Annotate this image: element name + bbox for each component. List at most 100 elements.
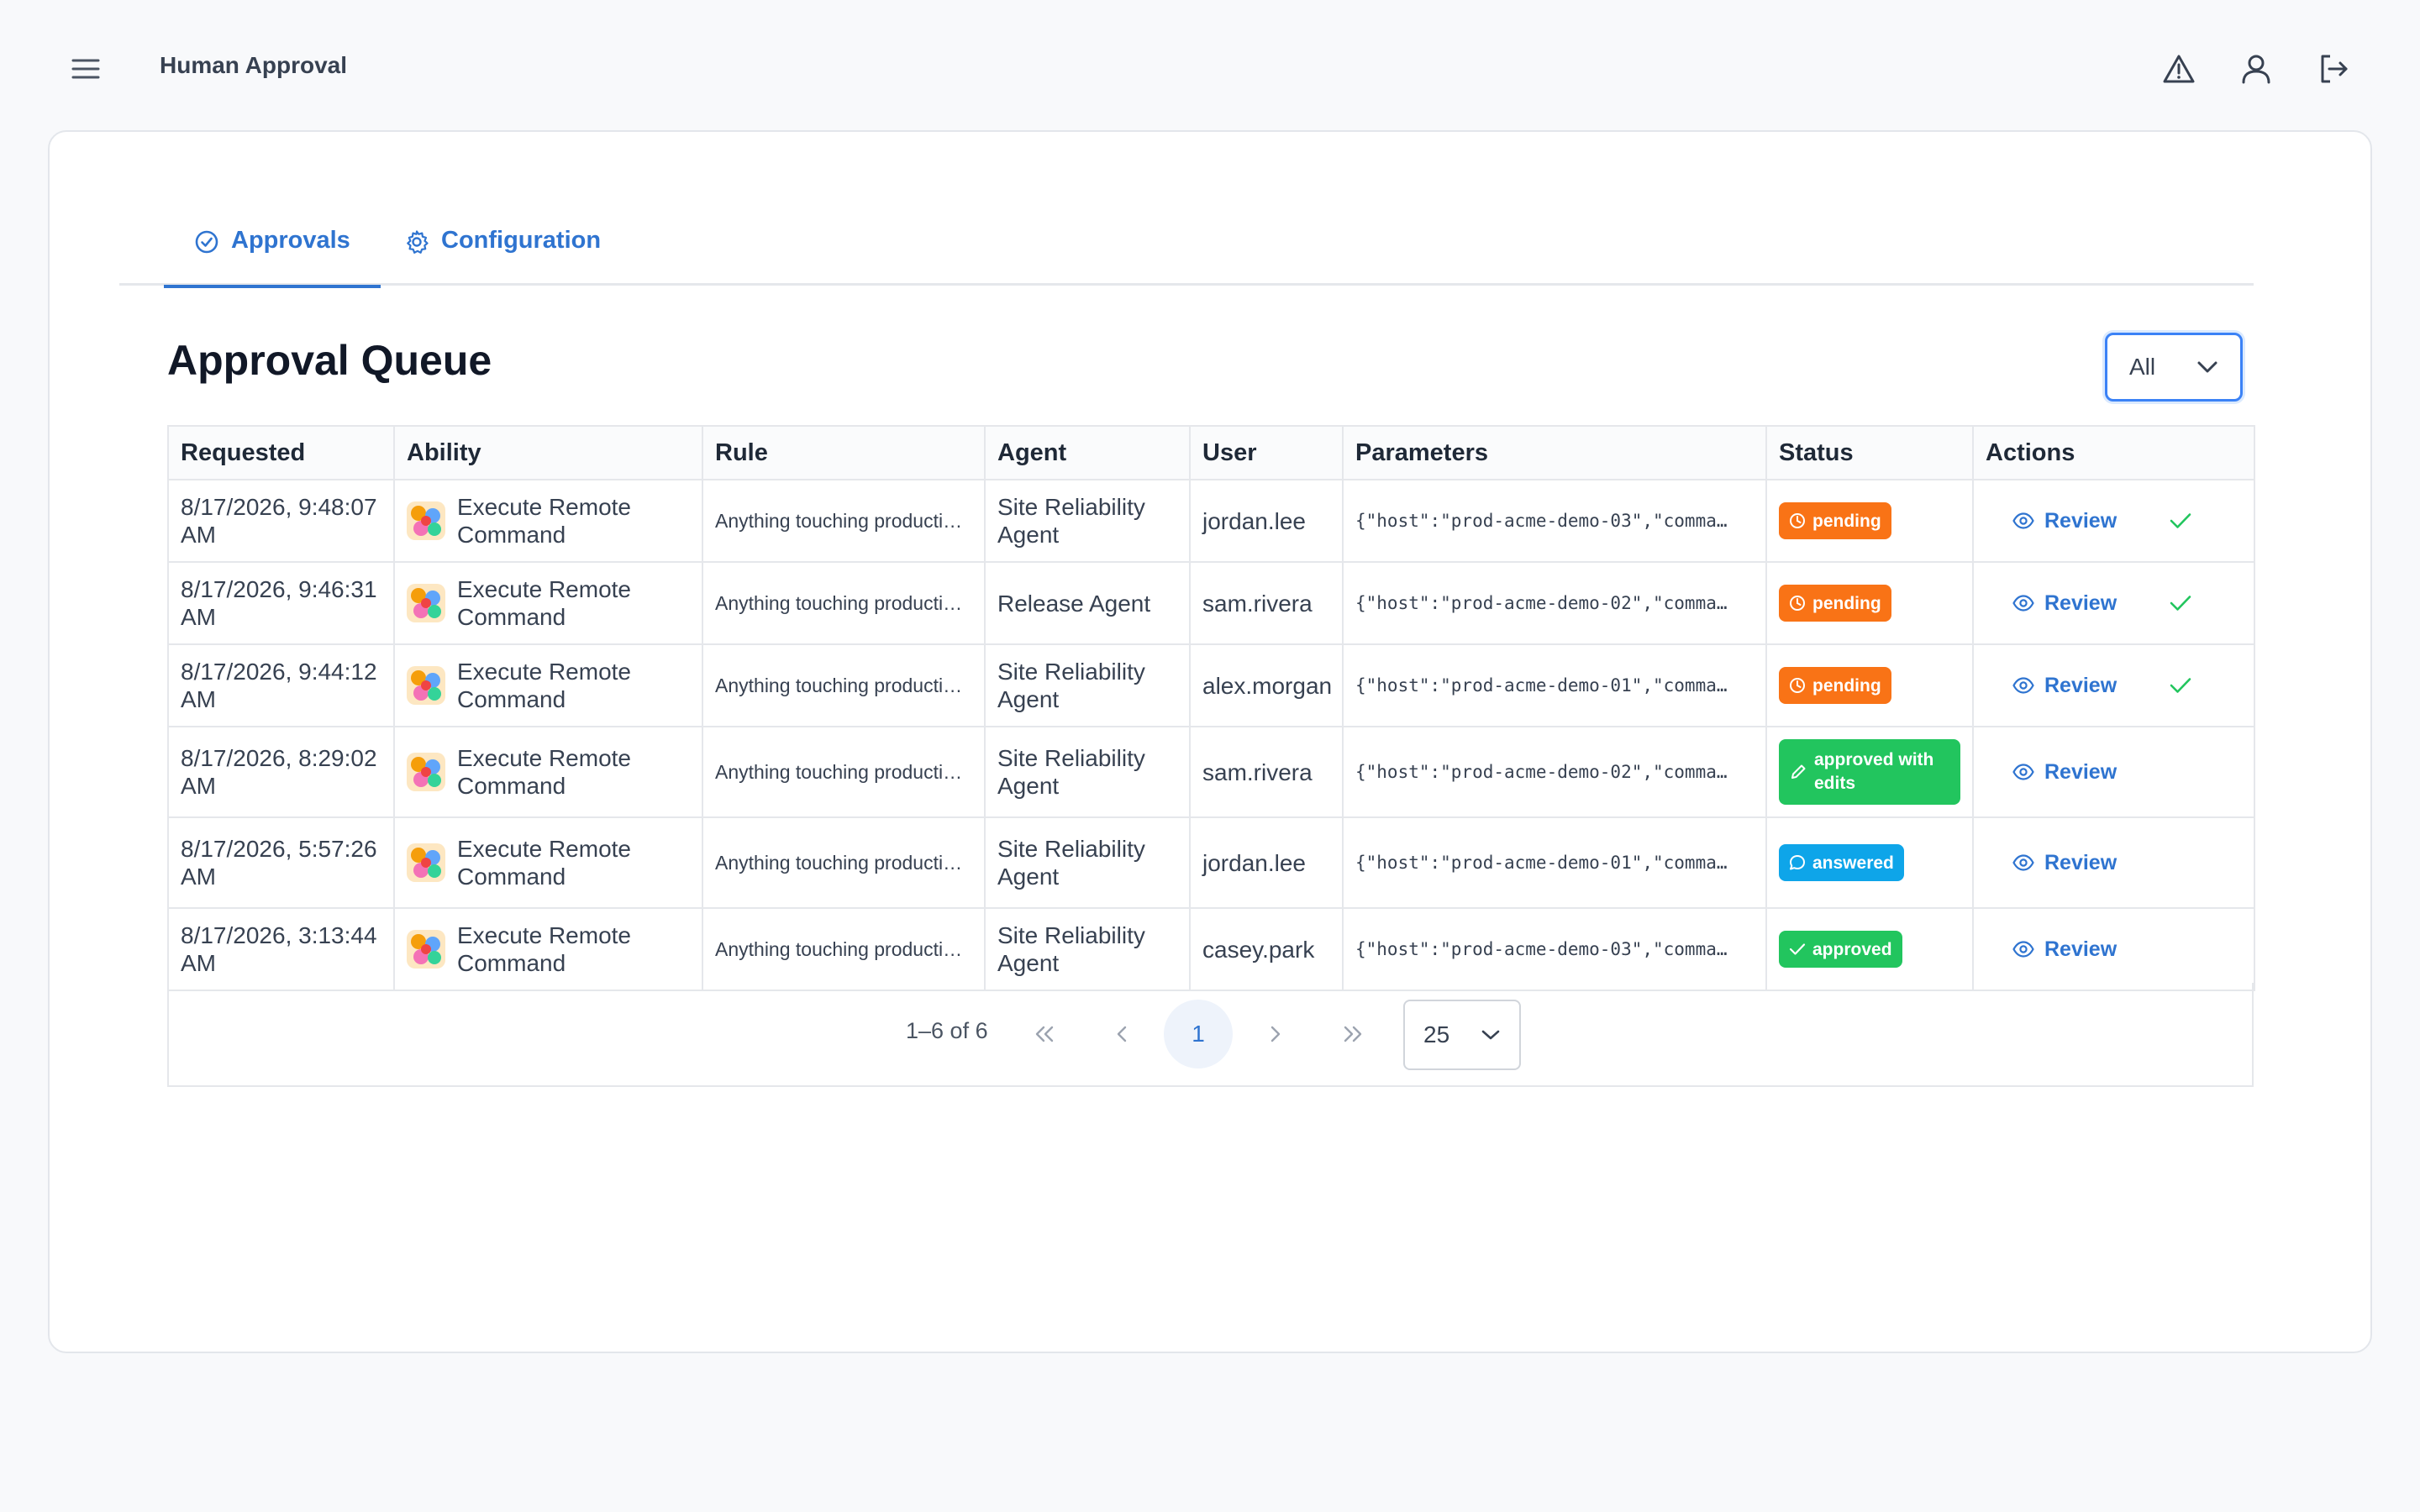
menu-icon	[71, 59, 100, 79]
column-header-actions: Actions	[1972, 425, 2255, 480]
first-page-button[interactable]	[1010, 1000, 1079, 1068]
alerts-button[interactable]	[2159, 49, 2199, 89]
ability-icon	[407, 584, 445, 622]
review-button[interactable]: Review	[2012, 672, 2117, 700]
status-badge: pending	[1779, 502, 1891, 539]
tab-configuration[interactable]: Configuration	[404, 227, 601, 283]
next-page-button[interactable]	[1241, 1000, 1310, 1068]
approve-button[interactable]	[2169, 676, 2192, 695]
status-cell: pending	[1765, 561, 1974, 645]
parameters-cell: {"host":"prod-acme-demo-01","comma…	[1342, 816, 1767, 909]
column-header-agent[interactable]: Agent	[984, 425, 1191, 480]
eye-icon	[2012, 764, 2034, 780]
actions-cell: Review	[1972, 643, 2255, 727]
parameters-cell: {"host":"prod-acme-demo-03","comma…	[1342, 907, 1767, 991]
page-button-current[interactable]: 1	[1164, 1000, 1233, 1068]
review-button[interactable]: Review	[2012, 936, 2117, 963]
ability-cell: Execute Remote Command	[393, 816, 703, 909]
table-row[interactable]: 8/17/2026, 9:44:12 AM Execute Remote Com…	[167, 643, 2255, 727]
rule-cell: Anything touching productio…	[702, 479, 986, 563]
rule-cell: Anything touching productio…	[702, 643, 986, 727]
profile-button[interactable]	[2236, 49, 2276, 89]
requested-cell: 8/17/2026, 9:44:12 AM	[167, 643, 395, 727]
agent-cell: Site Reliability Agent	[984, 643, 1191, 727]
page-size-select[interactable]: 25	[1403, 1000, 1521, 1070]
review-button[interactable]: Review	[2012, 590, 2117, 617]
ability-cell: Execute Remote Command	[393, 561, 703, 645]
status-filter-select[interactable]: All	[2105, 333, 2243, 402]
review-button[interactable]: Review	[2012, 759, 2117, 786]
ability-icon	[407, 666, 445, 705]
review-button[interactable]: Review	[2012, 849, 2117, 877]
logout-icon	[2321, 55, 2348, 83]
tab-configuration-label: Configuration	[441, 227, 602, 254]
approve-button[interactable]	[2169, 594, 2192, 612]
user-cell: sam.rivera	[1189, 726, 1344, 818]
clock-icon	[1790, 513, 1805, 528]
review-label: Review	[2044, 937, 2118, 961]
chevron-right-icon	[1270, 1026, 1281, 1042]
chevron-down-icon	[2197, 361, 2217, 373]
review-label: Review	[2044, 508, 2118, 533]
parameters-cell: {"host":"prod-acme-demo-03","comma…	[1342, 479, 1767, 563]
ability-name: Execute Remote Command	[457, 494, 631, 548]
eye-icon	[2012, 512, 2034, 529]
check-icon	[1789, 943, 1806, 955]
status-badge: approved	[1779, 931, 1902, 968]
column-header-requested[interactable]: Requested	[167, 425, 395, 480]
eye-icon	[2012, 941, 2034, 958]
rule-cell: Anything touching productio…	[702, 816, 986, 909]
tab-approvals[interactable]: Approvals	[164, 227, 381, 288]
status-label: pending	[1812, 593, 1881, 613]
column-header-user[interactable]: User	[1189, 425, 1344, 480]
ability-icon	[407, 843, 445, 882]
status-badge: answered	[1779, 844, 1904, 881]
agent-cell: Site Reliability Agent	[984, 816, 1191, 909]
ability-name: Execute Remote Command	[457, 836, 631, 890]
ability-cell: Execute Remote Command	[393, 643, 703, 727]
table-row[interactable]: 8/17/2026, 9:46:31 AM Execute Remote Com…	[167, 561, 2255, 645]
chevron-down-icon	[1481, 1030, 1500, 1040]
clock-icon	[1790, 678, 1805, 693]
table-row[interactable]: 8/17/2026, 3:13:44 AM Execute Remote Com…	[167, 907, 2255, 991]
column-header-status[interactable]: Status	[1765, 425, 1974, 480]
ability-name: Execute Remote Command	[457, 922, 631, 976]
column-header-ability[interactable]: Ability	[393, 425, 703, 480]
user-icon	[2242, 55, 2270, 84]
actions-cell: Review	[1972, 561, 2255, 645]
status-label: pending	[1812, 675, 1881, 696]
ability-name: Execute Remote Command	[457, 745, 631, 799]
actions-cell: Review	[1972, 726, 2255, 818]
tab-bar: Approvals Configuration	[119, 202, 2254, 288]
requested-cell: 8/17/2026, 5:57:26 AM	[167, 816, 395, 909]
table-row[interactable]: 8/17/2026, 9:48:07 AM Execute Remote Com…	[167, 479, 2255, 563]
logout-button[interactable]	[2313, 49, 2354, 89]
table-row[interactable]: 8/17/2026, 5:57:26 AM Execute Remote Com…	[167, 816, 2255, 909]
requested-cell: 8/17/2026, 9:46:31 AM	[167, 561, 395, 645]
ability-cell: Execute Remote Command	[393, 907, 703, 991]
approve-button[interactable]	[2169, 512, 2192, 530]
user-cell: sam.rivera	[1189, 561, 1344, 645]
ability-cell: Execute Remote Command	[393, 726, 703, 818]
table-row[interactable]: 8/17/2026, 8:29:02 AM Execute Remote Com…	[167, 726, 2255, 818]
review-label: Review	[2044, 850, 2118, 874]
top-bar: Human Approval	[0, 0, 2420, 134]
status-filter-value: All	[2129, 354, 2156, 380]
prev-page-button[interactable]	[1087, 1000, 1156, 1068]
chat-bubble-icon	[1790, 855, 1805, 870]
menu-button[interactable]	[67, 50, 104, 87]
status-badge: approved with edits	[1779, 739, 1960, 805]
review-button[interactable]: Review	[2012, 507, 2117, 535]
pagination-range: 1–6 of 6	[906, 1018, 988, 1043]
agent-cell: Site Reliability Agent	[984, 479, 1191, 563]
column-header-parameters[interactable]: Parameters	[1342, 425, 1767, 480]
eye-icon	[2012, 854, 2034, 871]
last-page-button[interactable]	[1318, 1000, 1387, 1068]
actions-cell: Review	[1972, 479, 2255, 563]
user-cell: jordan.lee	[1189, 479, 1344, 563]
status-cell: pending	[1765, 643, 1974, 727]
chevrons-right-icon	[1344, 1026, 1362, 1042]
eye-icon	[2012, 595, 2034, 612]
requested-cell: 8/17/2026, 3:13:44 AM	[167, 907, 395, 991]
column-header-rule[interactable]: Rule	[702, 425, 986, 480]
